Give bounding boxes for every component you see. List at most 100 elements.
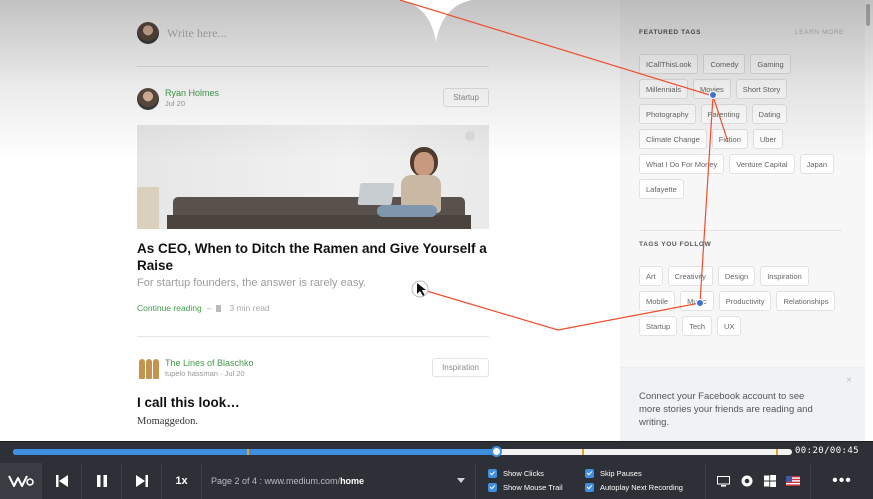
pause-button[interactable] [82,463,122,499]
app-logo[interactable] [0,463,42,499]
tag-chip[interactable]: ICallThisLook [639,54,699,74]
article-author-row: The Lines of Blaschko tupelo hassman · J… [137,358,489,382]
tag-chip[interactable]: Parenting [700,104,747,124]
tag-chip[interactable]: Dating [751,104,788,124]
tag-chip[interactable]: Uber [752,129,784,149]
tag-chip[interactable]: Comedy [703,54,746,74]
followed-tag-list: Art Creativity Design Inspiration Mobile Musi… [639,266,844,336]
scrollbar[interactable] [866,2,870,438]
featured-tag-list: ICallThisLook Comedy Gaming Millennials Movi… [639,54,844,199]
tag-chip[interactable]: Productivity [718,291,772,311]
windows-icon [763,475,777,487]
tag-chip[interactable]: Millennials [639,79,689,99]
bookmark-icon [216,304,222,312]
skip-pauses-option[interactable]: Skip Pauses [585,469,642,478]
next-button[interactable] [122,463,162,499]
tag-chip[interactable]: Startup [639,316,678,336]
tag-chip[interactable]: Creativity [667,266,713,286]
followed-tags-heading: TAGS YOU FOLLOW [639,241,712,248]
us-flag-icon [785,475,800,487]
tag-chip[interactable]: Tech [682,316,713,336]
continue-reading-link[interactable]: Continue reading [137,303,202,313]
facebook-prompt: Connect your Facebook account to see mor… [639,391,813,428]
facebook-connect-panel[interactable]: × Connect your Facebook account to see m… [620,367,865,441]
tag-chip[interactable]: Lafayette [639,179,684,199]
tag-chip[interactable]: Art [639,266,663,286]
chrome-icon [740,475,754,487]
read-time: 3 min read [229,303,270,313]
progress-bar[interactable] [13,446,792,457]
next-icon [135,475,148,487]
recorded-page: Write here... Ryan Holmes Jul 20 Startup… [0,0,873,441]
post-meta: tupelo hassman · Jul 20 [165,369,245,378]
article-subtitle: For startup founders, the answer is rare… [137,277,367,289]
separator: – [206,303,212,313]
author-avatar[interactable] [137,88,159,110]
tag-chip[interactable]: What I Do For Money [639,154,725,174]
compose-bar[interactable]: Write here... [137,21,489,45]
learn-more-link[interactable]: LEARN MORE [795,29,844,36]
article-title[interactable]: As CEO, When to Ditch the Ramen and Give… [137,240,489,274]
article-hero-image[interactable] [137,125,489,229]
tag-chip[interactable]: Climate Change [639,129,707,149]
tag-chip[interactable]: Mobile [639,291,676,311]
tag-chip[interactable]: Fiction [711,129,748,149]
progress-fill [13,449,496,455]
featured-tags-heading: FEATURED TAGS [639,29,702,36]
event-marker[interactable] [776,449,779,455]
article-title[interactable]: I call this look… [137,395,240,410]
checkbox-checked-icon[interactable] [585,469,594,478]
desktop-icon [717,475,731,487]
tag-chip[interactable]: Music [680,291,714,311]
tags-sidebar: FEATURED TAGS LEARN MORE ICallThisLook Co… [620,0,865,441]
user-avatar [137,22,159,44]
session-player: 00:20/00:45 1x Page 2 of 4 : www.medium.… [0,441,873,499]
show-clicks-option[interactable]: Show Clicks [488,469,544,478]
playback-options: Show Clicks Show Mouse Trail Skip Pauses… [476,463,706,499]
topic-chip[interactable]: Inspiration [432,358,489,377]
pause-icon [96,475,107,487]
tag-chip[interactable]: Relationships [776,291,836,311]
compose-placeholder[interactable]: Write here... [167,26,226,41]
scrollbar-thumb[interactable] [866,4,870,26]
checkbox-checked-icon[interactable] [488,483,497,492]
cursor-icon [411,280,429,298]
environment-info [706,463,811,499]
close-icon[interactable]: × [846,375,852,386]
more-menu-button[interactable]: ••• [811,463,873,499]
divider [137,336,489,337]
publication-name[interactable]: The Lines of Blaschko [165,358,254,368]
tag-chip[interactable]: Japan [799,154,835,174]
tag-chip[interactable]: Gaming [750,54,791,74]
show-mouse-trail-option[interactable]: Show Mouse Trail [488,483,563,492]
page-selector[interactable]: Page 2 of 4 : www.medium.com/home [202,463,476,499]
divider [137,66,489,67]
tag-chip[interactable]: UX [717,316,742,336]
topic-chip[interactable]: Startup [443,88,489,107]
progress-handle[interactable] [490,446,502,457]
speed-button[interactable]: 1x [162,463,202,499]
article-author-row: Ryan Holmes Jul 20 Startup [137,88,489,112]
checkbox-checked-icon[interactable] [488,469,497,478]
event-marker[interactable] [581,449,584,455]
tag-chip[interactable]: Venture Capital [729,154,795,174]
autoplay-next-option[interactable]: Autoplay Next Recording [585,483,683,492]
time-readout: 00:20/00:45 [794,446,859,456]
tag-chip[interactable]: Design [717,266,756,286]
tag-chip[interactable]: Photography [639,104,696,124]
previous-button[interactable] [42,463,82,499]
article-subtitle: Momaggedon. [137,416,198,427]
author-name[interactable]: Ryan Holmes [165,88,219,98]
tag-chip[interactable]: Short Story [735,79,788,99]
read-row: Continue reading – 3 min read [137,303,270,313]
checkbox-checked-icon[interactable] [585,483,594,492]
publication-icon[interactable] [137,358,159,380]
player-controls: 1x Page 2 of 4 : www.medium.com/home Sho… [0,463,873,499]
chevron-down-icon [457,478,465,483]
tag-chip[interactable]: Movies [693,79,731,99]
tag-chip[interactable]: Inspiration [760,266,809,286]
prev-icon [55,475,68,487]
logo-icon [7,475,34,487]
page-path: home [340,476,365,486]
event-marker[interactable] [246,449,249,455]
